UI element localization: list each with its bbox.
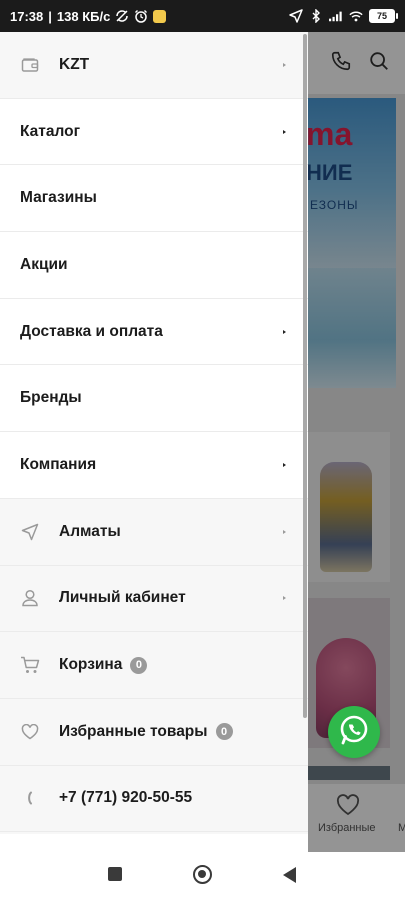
location-icon xyxy=(289,9,303,23)
location-arrow-icon xyxy=(20,522,40,542)
cart-icon xyxy=(20,655,40,675)
signal-icon xyxy=(329,9,343,23)
menu-item-city[interactable]: Алматы xyxy=(0,498,308,566)
phone-number: +7 (771) 920-50-55 xyxy=(59,789,193,807)
alarm-icon xyxy=(134,9,148,23)
drawer-scrollbar[interactable] xyxy=(303,34,307,718)
menu-item-brands[interactable]: Бренды xyxy=(0,365,308,433)
data-saver-icon xyxy=(115,9,129,23)
menu-item-label: Избранные товары xyxy=(59,722,208,740)
menu-item-delivery-payment[interactable]: Доставка и оплата xyxy=(0,298,308,366)
menu-item-label: Компания xyxy=(20,455,97,473)
heart-icon xyxy=(20,722,40,742)
chevron-right-icon xyxy=(283,596,286,601)
menu-item-label: Акции xyxy=(20,255,68,273)
menu-item-phone[interactable]: +7 (771) 920-50-55 xyxy=(0,765,308,833)
chevron-right-icon xyxy=(283,329,286,334)
whatsapp-button[interactable] xyxy=(328,706,380,758)
back-button[interactable] xyxy=(283,867,296,883)
menu-item-cart[interactable]: Корзина 0 xyxy=(0,632,308,699)
menu-item-label: Личный кабинет xyxy=(59,589,186,607)
menu-item-company[interactable]: Компания xyxy=(0,432,308,499)
phone-icon xyxy=(20,788,40,808)
system-nav-bar xyxy=(0,852,405,900)
cart-count-badge: 0 xyxy=(130,656,148,674)
menu-item-label: Магазины xyxy=(20,189,97,207)
menu-item-currency[interactable]: KZT xyxy=(0,32,308,99)
status-bar: 17:38 | 138 КБ/с 75 xyxy=(0,0,405,32)
user-icon xyxy=(20,588,40,608)
menu-item-stores[interactable]: Магазины xyxy=(0,165,308,233)
menu-item-label: Каталог xyxy=(20,122,81,140)
recent-apps-button[interactable] xyxy=(108,867,122,881)
home-button[interactable] xyxy=(193,865,212,884)
status-time: 17:38 xyxy=(10,8,44,24)
notes-app-icon xyxy=(153,9,167,23)
battery-indicator: 75 xyxy=(369,9,398,23)
favorites-count-badge: 0 xyxy=(215,723,233,741)
chevron-right-icon xyxy=(283,62,286,67)
menu-item-catalog[interactable]: Каталог xyxy=(0,98,308,166)
bluetooth-icon xyxy=(309,9,323,23)
whatsapp-icon xyxy=(337,713,371,752)
menu-item-label: Бренды xyxy=(20,389,82,407)
wifi-icon xyxy=(349,9,363,23)
menu-item-label: Доставка и оплата xyxy=(20,322,163,340)
menu-item-label: Корзина xyxy=(59,656,123,674)
drawer-footer xyxy=(0,834,308,852)
network-speed: 138 КБ/с xyxy=(56,8,111,24)
menu-item-promotions[interactable]: Акции xyxy=(0,232,308,299)
menu-item-label: KZT xyxy=(59,55,90,73)
chevron-right-icon xyxy=(283,462,286,467)
chevron-right-icon xyxy=(283,129,286,134)
navigation-drawer: KZT Каталог Магазины Акции Доставка и оп… xyxy=(0,32,308,834)
menu-item-label: Алматы xyxy=(59,522,121,540)
menu-item-favorites[interactable]: Избранные товары 0 xyxy=(0,698,308,766)
chevron-right-icon xyxy=(283,529,286,534)
wallet-icon xyxy=(20,55,40,75)
menu-item-account[interactable]: Личный кабинет xyxy=(0,565,308,633)
